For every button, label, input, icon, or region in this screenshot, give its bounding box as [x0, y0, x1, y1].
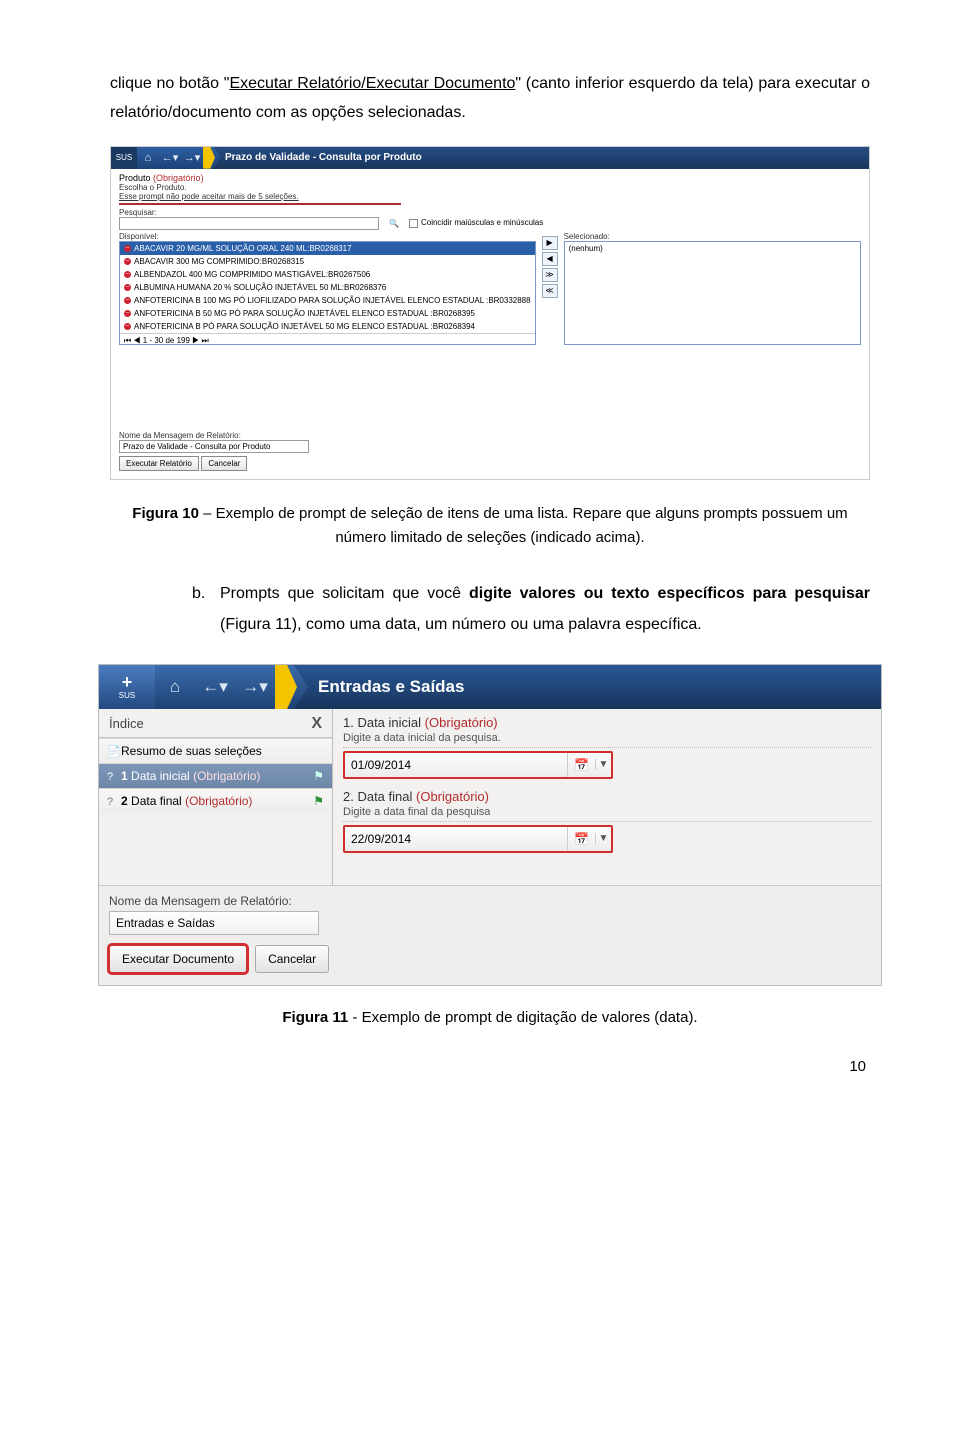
search-input[interactable] [119, 217, 379, 230]
q1-hint: Digite a data inicial da pesquisa. [343, 732, 871, 748]
pager[interactable]: ⏮ ◀ 1 - 30 de 199 ▶ ⏭ [120, 333, 535, 345]
execute-report-button[interactable]: Executar Relatório [119, 456, 199, 471]
required-tag: (Obrigatório) [416, 789, 489, 804]
case-checkbox[interactable] [409, 219, 418, 228]
screenshot-figure-10: SUS ⌂ ←▾ →▾ Prazo de Validade - Consulta… [110, 146, 870, 480]
limit-hint: Esse prompt não pode aceitar mais de 5 s… [119, 192, 861, 201]
page-number: 10 [110, 1058, 870, 1075]
sus-logo: SUS [111, 147, 137, 169]
status-dot-icon: – [124, 245, 131, 252]
report-msg-label: Nome da Mensagem de Relatório: [119, 431, 861, 440]
dropdown-icon[interactable]: ▼ [595, 759, 611, 770]
status-dot-icon: – [124, 271, 131, 278]
flag-icon: ⚑ [313, 794, 324, 808]
required-tag: (Obrigatório) [425, 715, 498, 730]
chevron-separator [275, 665, 297, 709]
list-item[interactable]: –ABACAVIR 20 MG/ML SOLUÇÃO ORAL 240 ML:B… [120, 242, 535, 255]
home-icon[interactable]: ⌂ [155, 677, 195, 697]
window-title: Prazo de Validade - Consulta por Produto [213, 147, 869, 169]
q1-label: 1. Data inicial [343, 715, 421, 730]
question-icon: ? [107, 796, 121, 808]
calendar-icon[interactable]: 📅 [567, 827, 595, 851]
q2-hint: Digite a data final da pesquisa [343, 806, 871, 822]
red-underline [119, 203, 401, 205]
date-field[interactable] [345, 828, 567, 850]
q2-label: 2. Data final [343, 789, 412, 804]
available-label: Disponível: [119, 232, 536, 241]
status-dot-icon: – [124, 297, 131, 304]
list-item[interactable]: –ALBENDAZOL 400 MG COMPRIMIDO MASTIGÁVEL… [120, 268, 535, 281]
forward-icon[interactable]: →▾ [235, 677, 275, 697]
date-input-final[interactable]: 📅 ▼ [343, 825, 613, 853]
cancel-button[interactable]: Cancelar [255, 945, 329, 973]
list-item[interactable]: –ANFOTERICINA B 100 MG PÓ LIOFILIZADO PA… [120, 294, 535, 307]
empty-placeholder: (nenhum) [565, 242, 860, 255]
close-icon[interactable]: X [311, 715, 322, 733]
report-msg-label: Nome da Mensagem de Relatório: [109, 894, 871, 908]
index-sidebar: Índice X 📄Resumo de suas seleções ?1 Dat… [99, 709, 333, 885]
case-label: Coincidir maiúsculas e minúsculas [421, 218, 543, 227]
date-field[interactable] [345, 754, 567, 776]
sidebar-row-data-inicial[interactable]: ?1 Data inicial (Obrigatório) ⚑ [99, 763, 332, 788]
list-marker-b: b. [192, 578, 220, 640]
exec-link-text: Executar Relatório/Executar Documento [229, 75, 515, 92]
required-tag: (Obrigatório) [153, 173, 204, 183]
back-icon[interactable]: ←▾ [159, 147, 181, 169]
sidebar-row-data-final[interactable]: ?2 Data final (Obrigatório) ⚑ [99, 788, 332, 813]
execute-document-button[interactable]: Executar Documento [109, 945, 247, 973]
available-list[interactable]: –ABACAVIR 20 MG/ML SOLUÇÃO ORAL 240 ML:B… [119, 241, 536, 345]
window-title: Entradas e Saídas [294, 665, 881, 709]
home-icon[interactable]: ⌂ [137, 147, 159, 169]
move-all-right-button[interactable]: ≫ [542, 268, 558, 282]
cancel-button[interactable]: Cancelar [201, 456, 247, 471]
move-left-button[interactable]: ◀ [542, 252, 558, 266]
search-go[interactable]: 🔍 [389, 219, 399, 228]
move-right-button[interactable]: ▶ [542, 236, 558, 250]
status-dot-icon: – [124, 323, 131, 330]
list-item-b-text: Prompts que solicitam que você digite va… [220, 578, 870, 640]
status-dot-icon: – [124, 258, 131, 265]
chevron-separator [203, 147, 215, 169]
figure-10-caption: Figura 10 – Exemplo de prompt de seleção… [110, 502, 870, 550]
selected-label: Selecionado: [564, 232, 861, 241]
date-input-initial[interactable]: 📅 ▼ [343, 751, 613, 779]
choose-hint: Escolha o Produto. [119, 183, 861, 192]
status-dot-icon: – [124, 284, 131, 291]
question-icon: ? [107, 771, 121, 783]
report-msg-input[interactable] [109, 911, 319, 935]
list-item[interactable]: –ANFOTERICINA B 50 MG PÓ PARA SOLUÇÃO IN… [120, 307, 535, 320]
forward-icon[interactable]: →▾ [181, 147, 203, 169]
list-item[interactable]: –ANFOTERICINA B PÓ PARA SOLUÇÃO INJETÁVE… [120, 320, 535, 333]
produto-label: Produto [119, 173, 151, 183]
sidebar-row-summary[interactable]: 📄Resumo de suas seleções [99, 738, 332, 763]
figure-11-caption: Figura 11 - Exemplo de prompt de digitaç… [110, 1006, 870, 1030]
index-title: Índice [109, 716, 144, 731]
list-item[interactable]: –ALBUMINA HUMANA 20 % SOLUÇÃO INJETÁVEL … [120, 281, 535, 294]
summary-icon: 📄 [107, 745, 121, 758]
selected-list[interactable]: (nenhum) [564, 241, 861, 345]
dropdown-icon[interactable]: ▼ [595, 833, 611, 844]
back-icon[interactable]: ←▾ [195, 677, 235, 697]
sus-logo: +SUS [99, 665, 155, 709]
search-label: Pesquisar: [119, 208, 861, 217]
calendar-icon[interactable]: 📅 [567, 753, 595, 777]
list-item[interactable]: –ABACAVIR 300 MG COMPRIMIDO:BR0268315 [120, 255, 535, 268]
report-msg-input[interactable] [119, 440, 309, 453]
flag-icon: ⚑ [313, 769, 324, 783]
intro-paragraph: clique no botão "Executar Relatório/Exec… [110, 70, 870, 128]
move-all-left-button[interactable]: ≪ [542, 284, 558, 298]
screenshot-figure-11: +SUS ⌂ ←▾ →▾ Entradas e Saídas Índice X … [98, 664, 882, 986]
status-dot-icon: – [124, 310, 131, 317]
